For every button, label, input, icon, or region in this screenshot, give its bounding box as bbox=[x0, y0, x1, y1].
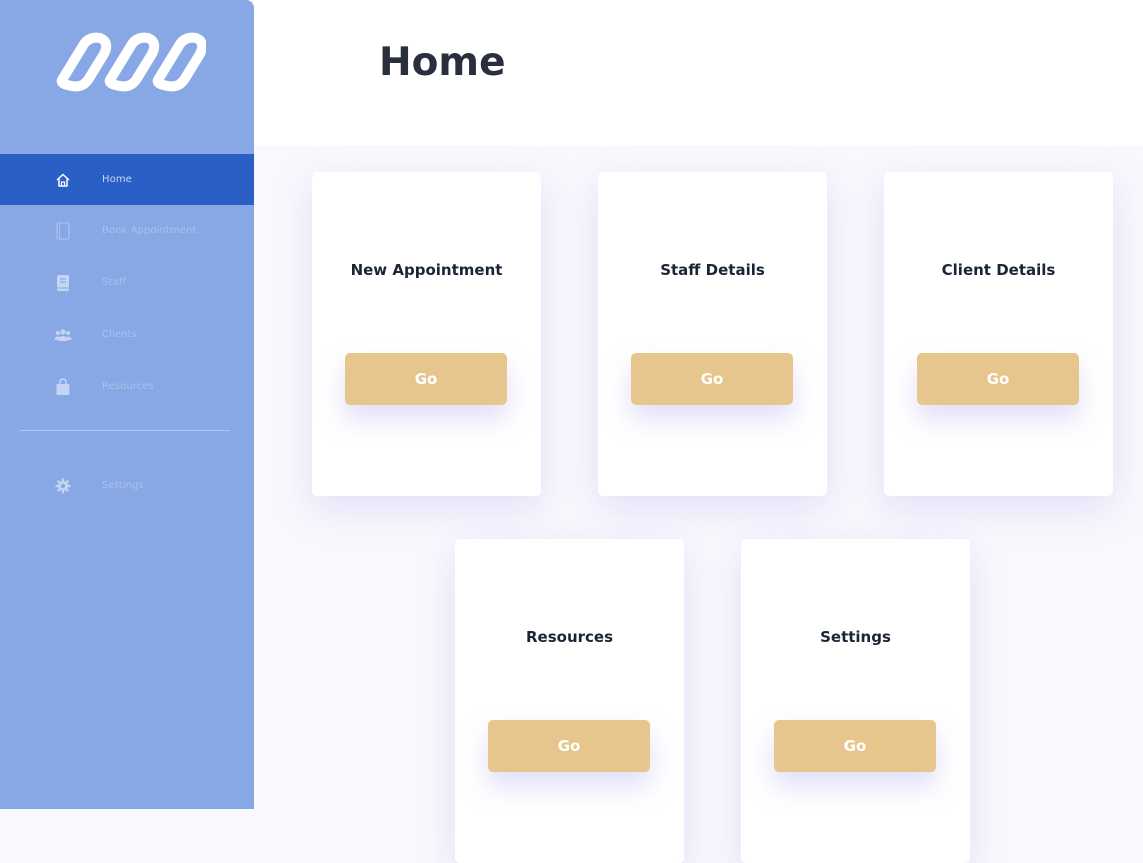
staff-details-go-button[interactable]: Go bbox=[631, 353, 793, 405]
sidebar-divider bbox=[20, 430, 230, 431]
sidebar: Home Book Appointment Staff Clients Reso… bbox=[0, 0, 254, 809]
sidebar-item-home[interactable]: Home bbox=[0, 154, 254, 205]
card-client-details: Client Details Go bbox=[884, 172, 1113, 496]
gear-icon bbox=[54, 477, 72, 495]
card-title: New Appointment bbox=[350, 261, 503, 279]
client-details-go-button[interactable]: Go bbox=[917, 353, 1079, 405]
sidebar-item-label: Resources bbox=[102, 381, 154, 392]
sidebar-item-clients[interactable]: Clients bbox=[0, 309, 254, 360]
card-title: Client Details bbox=[941, 261, 1056, 279]
bag-icon bbox=[54, 377, 72, 396]
resources-go-button[interactable]: Go bbox=[488, 720, 650, 772]
sidebar-item-label: Staff bbox=[102, 277, 126, 288]
sidebar-item-resources[interactable]: Resources bbox=[0, 361, 254, 412]
sidebar-item-label: Clients bbox=[102, 329, 137, 340]
card-title: Settings bbox=[820, 628, 891, 646]
home-icon bbox=[54, 171, 72, 189]
card-new-appointment: New Appointment Go bbox=[312, 172, 541, 496]
new-appointment-go-button[interactable]: Go bbox=[345, 353, 507, 405]
card-staff-details: Staff Details Go bbox=[598, 172, 827, 496]
card-resources: Resources Go bbox=[455, 539, 684, 863]
book-icon bbox=[54, 221, 72, 240]
page-header: Home bbox=[254, 0, 1143, 146]
page-title: Home bbox=[379, 40, 506, 85]
users-icon bbox=[54, 326, 72, 344]
sidebar-item-staff[interactable]: Staff bbox=[0, 257, 254, 308]
staff-book-icon bbox=[54, 274, 72, 292]
settings-go-button[interactable]: Go bbox=[774, 720, 936, 772]
card-title: Resources bbox=[525, 628, 614, 646]
sidebar-item-book-appointment[interactable]: Book Appointment bbox=[0, 205, 254, 256]
card-settings: Settings Go bbox=[741, 539, 970, 863]
sidebar-item-label: Settings bbox=[102, 480, 144, 491]
sidebar-item-label: Book Appointment bbox=[102, 225, 197, 236]
card-title: Staff Details bbox=[660, 261, 765, 279]
sidebar-item-label: Home bbox=[102, 174, 132, 185]
logo bbox=[56, 32, 206, 92]
sidebar-item-settings[interactable]: Settings bbox=[0, 460, 254, 511]
